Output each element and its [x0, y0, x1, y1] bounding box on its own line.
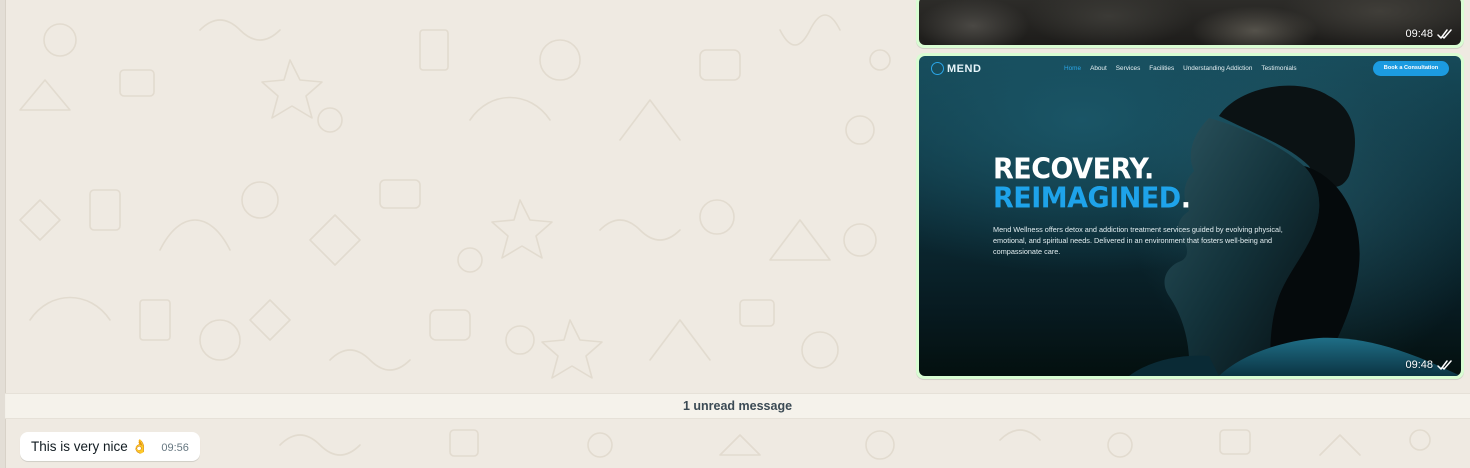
- image-thumbnail[interactable]: 09:48: [919, 0, 1461, 45]
- book-consultation-button: Book a Consultation: [1373, 61, 1449, 76]
- unread-messages-divider: 1 unread message: [5, 393, 1470, 419]
- double-check-icon: [1437, 28, 1452, 39]
- message-time: 09:48: [1405, 28, 1433, 40]
- nav-link-facilities: Facilities: [1149, 65, 1175, 72]
- nav-link-about: About: [1090, 65, 1107, 72]
- website-nav-links: Home About Services Facilities Understan…: [1064, 65, 1297, 72]
- hero-headline-line1: RECOVERY.: [993, 153, 1154, 186]
- chat-pane: 09:48 MEND Home About Services Facilitie…: [0, 0, 1470, 468]
- message-meta: 09:48: [1405, 359, 1453, 371]
- nav-link-services: Services: [1115, 65, 1141, 72]
- nav-link-home: Home: [1064, 65, 1082, 72]
- hero-headline-line2: REIMAGINED.: [993, 182, 1191, 215]
- message-meta: 09:48: [1405, 28, 1453, 40]
- hero-body-text: Mend Wellness offers detox and addiction…: [993, 225, 1283, 256]
- double-check-icon: [1437, 359, 1452, 370]
- website-logo: MEND: [931, 62, 981, 75]
- logo-mark-icon: [931, 62, 944, 75]
- website-navbar: MEND Home About Services Facilities Unde…: [919, 56, 1461, 82]
- nav-link-testimonials: Testimonials: [1261, 65, 1297, 72]
- message-time: 09:56: [161, 442, 189, 454]
- incoming-text-message[interactable]: This is very nice 👌 09:56: [20, 432, 200, 461]
- outgoing-image-message[interactable]: MEND Home About Services Facilities Unde…: [916, 53, 1464, 379]
- image-thumbnail[interactable]: MEND Home About Services Facilities Unde…: [919, 56, 1461, 376]
- message-time: 09:48: [1405, 359, 1433, 371]
- hero-person-image: [1129, 85, 1461, 376]
- outgoing-image-message[interactable]: 09:48: [916, 0, 1464, 48]
- nav-link-understanding-addiction: Understanding Addiction: [1183, 65, 1253, 72]
- message-text: This is very nice 👌: [31, 438, 149, 454]
